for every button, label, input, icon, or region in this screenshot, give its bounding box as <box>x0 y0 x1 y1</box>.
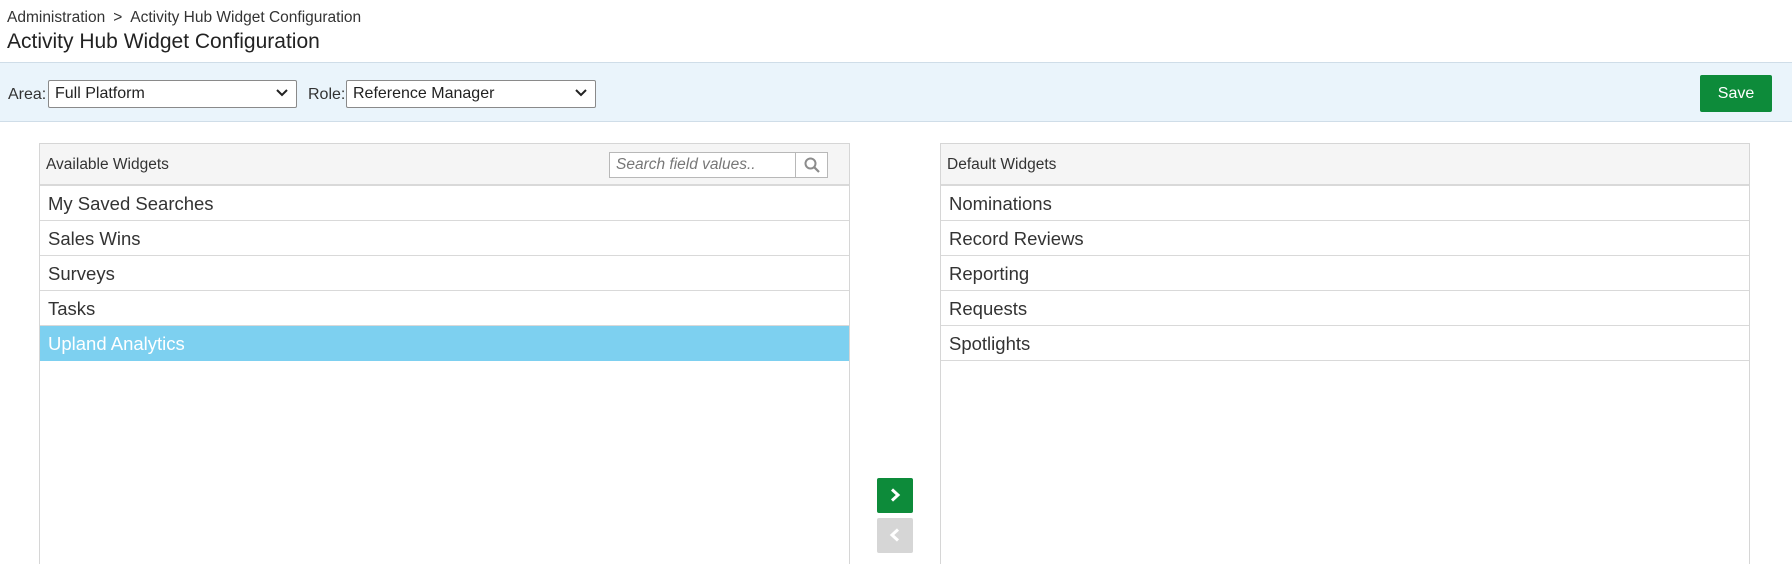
search-button[interactable] <box>795 153 827 177</box>
list-item[interactable]: Tasks <box>40 291 849 326</box>
list-item[interactable]: Upland Analytics <box>40 326 849 361</box>
breadcrumb-separator: > <box>113 9 123 26</box>
default-widgets-header: Default Widgets <box>941 144 1749 186</box>
list-item[interactable]: Sales Wins <box>40 221 849 256</box>
default-widgets-list: Nominations Record Reviews Reporting Reques… <box>941 186 1749 361</box>
breadcrumb-current: Activity Hub Widget Configuration <box>130 9 362 26</box>
list-item[interactable]: Reporting <box>941 256 1749 291</box>
default-widgets-title: Default Widgets <box>947 156 1057 173</box>
list-item-label: Tasks <box>48 298 96 319</box>
list-item-label: Record Reviews <box>949 228 1084 249</box>
move-left-button[interactable] <box>877 518 913 553</box>
list-item[interactable]: Record Reviews <box>941 221 1749 256</box>
list-item-label: Nominations <box>949 193 1052 214</box>
area-select-value: Full Platform <box>55 85 145 102</box>
list-item-label: Sales Wins <box>48 228 141 249</box>
list-item-label: Reporting <box>949 263 1030 284</box>
list-item-label: Upland Analytics <box>48 333 185 354</box>
role-select[interactable]: Reference Manager <box>346 80 596 108</box>
default-widgets-panel: Default Widgets Nominations Record Review… <box>940 143 1750 564</box>
search-icon <box>804 157 820 173</box>
list-item[interactable]: My Saved Searches <box>40 186 849 221</box>
page-title: Activity Hub Widget Configuration <box>7 30 320 53</box>
area-select[interactable]: Full Platform <box>48 80 297 108</box>
list-item[interactable]: Requests <box>941 291 1749 326</box>
breadcrumb: Administration > Activity Hub Widget Confi… <box>7 9 361 27</box>
list-item[interactable]: Surveys <box>40 256 849 291</box>
search-box <box>609 152 828 178</box>
list-item[interactable]: Nominations <box>941 186 1749 221</box>
chevron-down-icon <box>276 89 288 97</box>
move-right-button[interactable] <box>877 478 913 513</box>
list-item[interactable]: Spotlights <box>941 326 1749 361</box>
breadcrumb-parent-link[interactable]: Administration <box>7 9 105 26</box>
area-label: Area: <box>8 86 47 103</box>
filter-toolbar: Area: Full Platform Role: Reference Mana… <box>0 62 1792 122</box>
available-widgets-title: Available Widgets <box>46 156 169 173</box>
available-widgets-header: Available Widgets <box>40 144 849 186</box>
available-widgets-panel: Available Widgets My Saved Searches Sales… <box>39 143 850 564</box>
chevron-down-icon <box>575 89 587 97</box>
save-button[interactable]: Save <box>1700 75 1772 112</box>
chevron-left-icon <box>889 528 900 542</box>
list-item-label: Spotlights <box>949 333 1031 354</box>
list-item-label: Requests <box>949 298 1028 319</box>
chevron-right-icon <box>890 488 901 502</box>
list-item-label: My Saved Searches <box>48 193 214 214</box>
list-item-label: Surveys <box>48 263 115 284</box>
role-label: Role: <box>308 86 346 103</box>
search-input[interactable] <box>610 153 795 177</box>
available-widgets-list: My Saved Searches Sales Wins Surveys Tasks U… <box>40 186 849 361</box>
role-select-value: Reference Manager <box>353 85 495 102</box>
